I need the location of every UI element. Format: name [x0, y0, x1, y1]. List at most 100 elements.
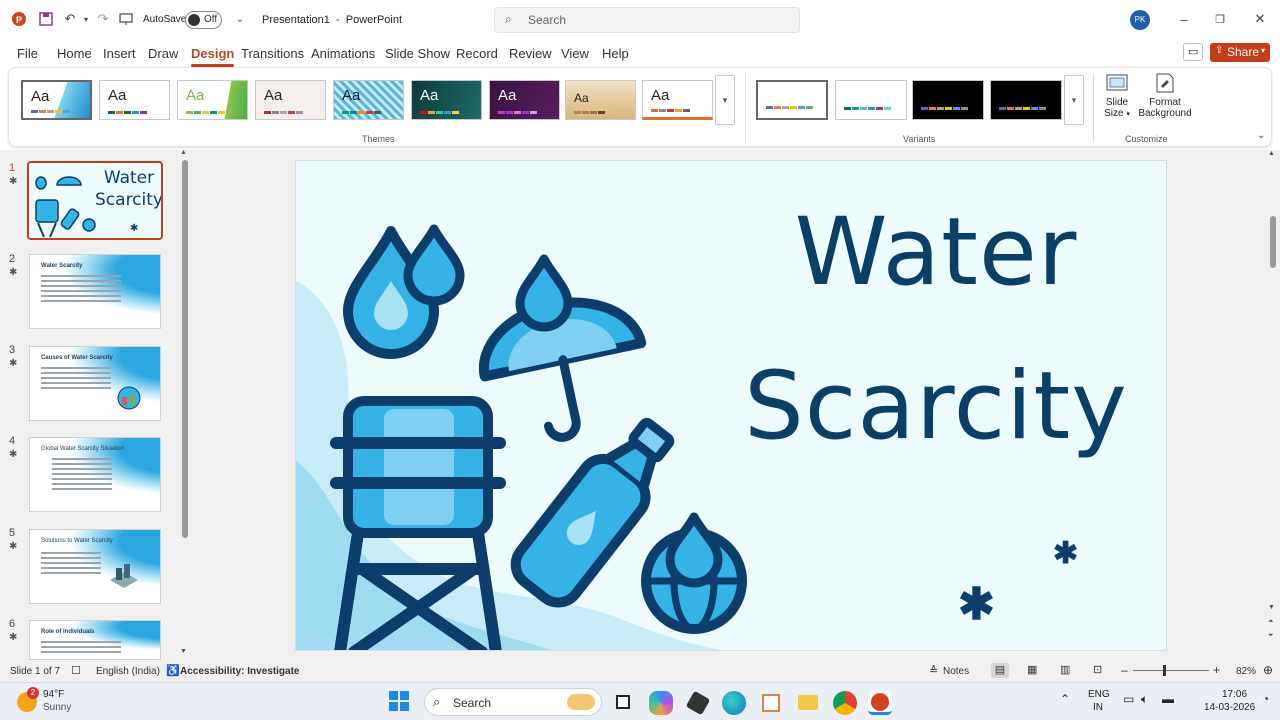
network-icon[interactable]: ▭ — [1123, 692, 1134, 706]
ribbon-collapse-icon[interactable]: ⌄ — [1257, 130, 1265, 141]
copilot-icon[interactable] — [649, 691, 673, 715]
undo-icon[interactable]: ↶ — [62, 11, 78, 27]
slide-title[interactable]: Water Scarcity — [726, 176, 1146, 484]
variant-1[interactable] — [756, 80, 828, 120]
taskbar-search[interactable]: ⌕ Search — [424, 688, 602, 716]
zoom-level[interactable]: 82% — [1236, 666, 1256, 677]
weather-desc: Sunny — [43, 702, 72, 713]
previous-slide-icon[interactable]: ⏶ — [1268, 618, 1274, 626]
zoom-slider[interactable] — [1133, 665, 1209, 676]
variant-3[interactable] — [912, 80, 984, 120]
autosave-toggle[interactable]: Off — [185, 11, 222, 29]
theme-purple-dark[interactable]: Aa — [489, 80, 560, 120]
present-icon[interactable] — [118, 11, 134, 27]
slide-thumbnail-6[interactable]: Role of Individuals — [29, 620, 161, 660]
theme-tan[interactable]: Aa — [565, 80, 636, 120]
scroll-down-icon[interactable]: ▼ — [180, 648, 187, 655]
tab-home[interactable]: Home — [57, 46, 92, 61]
normal-view-icon[interactable]: ▤ — [991, 663, 1009, 678]
slideshow-view-icon[interactable]: ⊡ — [1093, 663, 1102, 676]
slide-sorter-icon[interactable]: ▦ — [1027, 663, 1037, 676]
share-button[interactable]: ⇪ Share ▾ — [1210, 43, 1270, 62]
slide-scroll-thumb[interactable] — [1270, 216, 1276, 268]
app-icon-dark[interactable] — [685, 690, 711, 716]
slide-size-button[interactable]: Slide Size ▾ — [1102, 72, 1132, 130]
tab-file[interactable]: File — [17, 46, 38, 61]
zoom-out-icon[interactable]: – — [1121, 663, 1128, 677]
zoom-in-icon[interactable]: + — [1213, 663, 1220, 677]
slide-thumbnail-1[interactable]: Water Scarcity ✱ — [27, 161, 163, 240]
theme-teal-dark[interactable]: Aa — [411, 80, 482, 120]
tab-record[interactable]: Record — [456, 46, 498, 61]
battery-icon[interactable]: ▬ — [1162, 692, 1174, 706]
fit-slide-icon[interactable]: ⊕ — [1263, 663, 1273, 677]
clock-time[interactable]: 17:06 — [1222, 689, 1247, 700]
slide-thumbnail-4[interactable]: Global Water Scarcity Situation — [29, 437, 161, 512]
comments-button[interactable]: ▭ — [1183, 43, 1203, 61]
notification-bell-icon[interactable]: ◔ — [1262, 692, 1269, 706]
presenter-app-icon[interactable] — [759, 691, 783, 715]
redo-icon[interactable]: ↷ — [95, 11, 111, 27]
slide-scroll-up-icon[interactable]: ▲ — [1268, 150, 1275, 157]
scroll-up-icon[interactable]: ▲ — [180, 149, 187, 156]
tab-insert[interactable]: Insert — [103, 46, 136, 61]
themes-more-button[interactable]: ▾ — [715, 75, 735, 125]
maximize-icon[interactable]: ❐ — [1212, 11, 1228, 27]
start-button[interactable] — [389, 691, 411, 713]
tab-slide-show[interactable]: Slide Show — [385, 46, 450, 61]
next-slide-icon[interactable]: ⏷ — [1268, 632, 1274, 640]
tab-transitions[interactable]: Transitions — [241, 46, 304, 61]
tray-overflow-icon[interactable]: ⌃ — [1060, 692, 1070, 706]
slide-canvas[interactable]: Water Scarcity ✱ ✱ — [295, 160, 1167, 651]
user-avatar[interactable]: PK — [1130, 10, 1150, 30]
slide-scroll-down-icon[interactable]: ▼ — [1268, 604, 1275, 611]
language-indicator-2[interactable]: IN — [1093, 702, 1103, 713]
close-icon[interactable]: ✕ — [1252, 11, 1268, 27]
variants-more-button[interactable]: ▾ — [1064, 75, 1084, 125]
tab-view[interactable]: View — [561, 46, 589, 61]
theme-green[interactable]: Aa — [177, 80, 248, 120]
language-status[interactable]: English (India) — [96, 666, 160, 677]
tab-review[interactable]: Review — [509, 46, 552, 61]
theme-pattern[interactable]: Aa — [333, 80, 404, 120]
slide-thumbnail-3[interactable]: Causes of Water Scarcity — [29, 346, 161, 421]
weather-widget[interactable]: 2 94°F Sunny — [14, 687, 134, 717]
clock-date[interactable]: 14-03-2026 — [1204, 702, 1255, 713]
theme-orange-line[interactable]: Aa — [642, 80, 713, 120]
format-background-button[interactable]: Format Background — [1137, 72, 1193, 130]
accessibility-status[interactable]: Accessibility: Investigate — [180, 666, 300, 677]
variant-4[interactable] — [990, 80, 1062, 120]
slide-thumbnail-2[interactable]: Water Scarcity — [29, 254, 161, 329]
thumbnail-scrollbar[interactable]: ▲ ▼ — [180, 149, 190, 660]
tab-animations[interactable]: Animations — [311, 46, 375, 61]
thumb-title: Solutions to Water Scarcity — [41, 538, 113, 544]
minimize-icon[interactable]: – — [1176, 11, 1192, 27]
thumb-water-illustration — [35, 176, 96, 238]
theme-sample-text: Aa — [342, 87, 361, 104]
zoom-slider-thumb[interactable] — [1163, 665, 1166, 676]
edge-icon[interactable] — [722, 691, 746, 715]
theme-plain[interactable]: Aa — [99, 80, 170, 120]
customize-toolbar-icon[interactable]: ⌄ — [232, 11, 248, 27]
spellcheck-icon[interactable]: ☐ — [71, 664, 81, 677]
scroll-thumb[interactable] — [182, 160, 188, 538]
tab-help[interactable]: Help — [602, 46, 629, 61]
variant-2[interactable] — [835, 80, 907, 120]
reading-view-icon[interactable]: ▥ — [1060, 663, 1070, 676]
language-indicator-1[interactable]: ENG — [1088, 689, 1110, 700]
chrome-icon[interactable] — [833, 691, 857, 715]
volume-icon[interactable]: 🔈︎ — [1141, 692, 1148, 707]
undo-dropdown-icon[interactable]: ▾ — [78, 11, 94, 27]
notes-button[interactable]: Notes — [943, 666, 969, 677]
accessibility-icon: ♿ — [166, 665, 180, 677]
theme-slate[interactable]: Aa — [255, 80, 326, 120]
save-icon[interactable] — [38, 11, 54, 27]
slide-thumbnail-5[interactable]: Solutions to Water Scarcity — [29, 529, 161, 604]
theme-office[interactable]: Aa — [21, 80, 92, 120]
tab-draw[interactable]: Draw — [148, 46, 178, 61]
powerpoint-taskbar-icon[interactable] — [868, 691, 892, 715]
file-explorer-icon[interactable] — [796, 691, 820, 715]
task-view-icon[interactable] — [612, 691, 636, 715]
search-box[interactable]: ⌕ Search — [494, 7, 800, 33]
tab-design[interactable]: Design — [191, 46, 235, 67]
